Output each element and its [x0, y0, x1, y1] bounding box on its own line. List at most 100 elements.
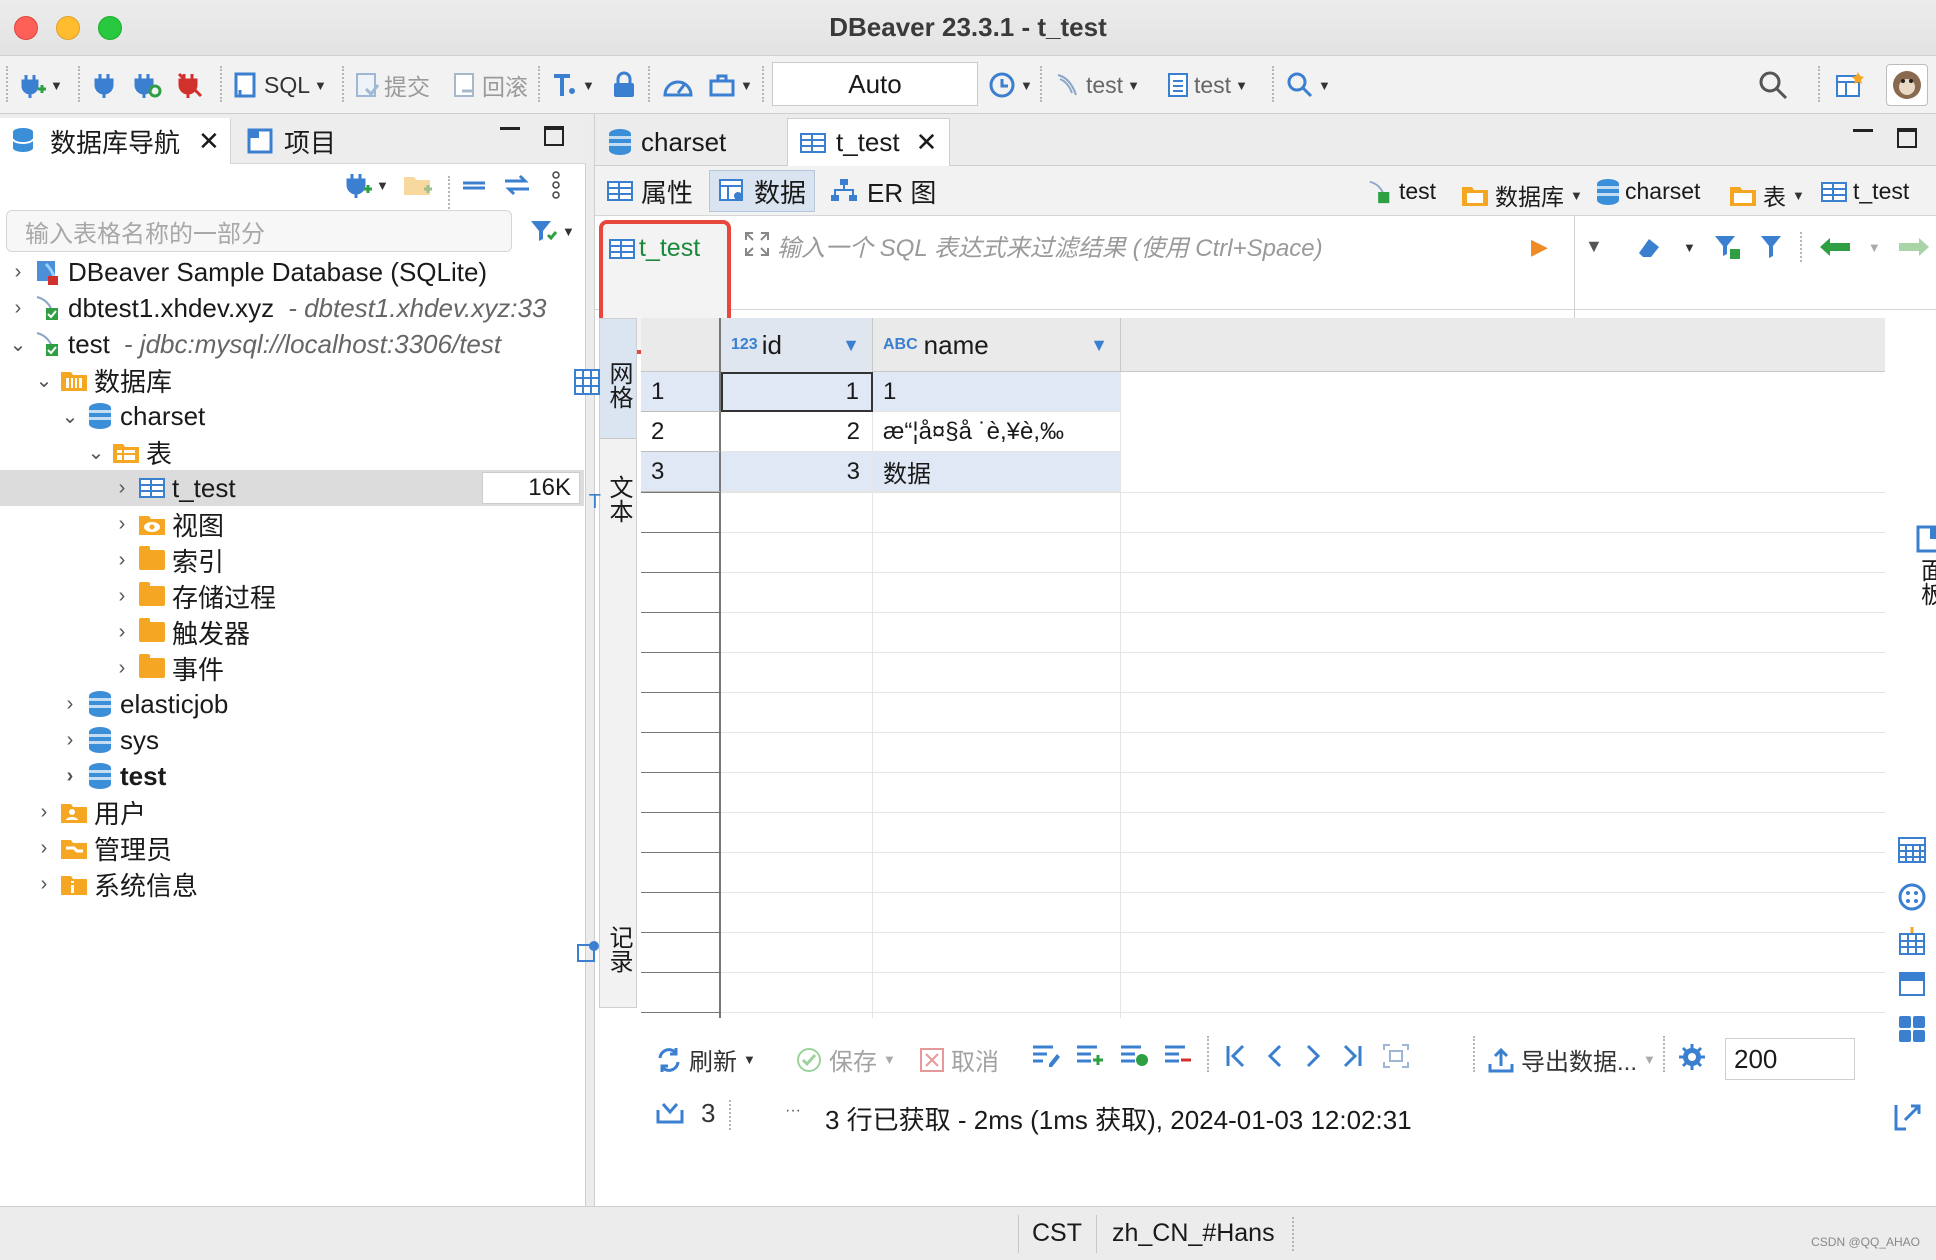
tree-db-test[interactable]: › test [0, 758, 584, 794]
tab-record-view[interactable]: 记录 [577, 899, 636, 999]
tree-sysinfo-folder[interactable]: › 系统信息 [0, 866, 584, 902]
export-data-button[interactable]: 导出数据... ▼ [1487, 1042, 1656, 1077]
sql-editor-button[interactable]: SQL ▼ [232, 70, 327, 100]
new-connection-button[interactable]: ▼ [344, 170, 389, 200]
sort-dropdown-icon[interactable]: ▼ [1090, 335, 1108, 356]
commit-button[interactable]: 提交 [354, 70, 430, 100]
transaction-mode-button[interactable]: ▼ [550, 70, 595, 100]
tree-connection-sqlite[interactable]: › DBeaver Sample Database (SQLite) [0, 254, 584, 290]
active-datasource-selector[interactable]: test ▼ [1054, 70, 1140, 100]
tools-button[interactable]: ▼ [708, 70, 753, 100]
breadcrumb-datasource[interactable]: test [1367, 178, 1436, 205]
minimize-icon[interactable] [1853, 128, 1873, 132]
active-schema-selector[interactable]: test ▼ [1166, 70, 1248, 100]
lock-button[interactable] [612, 70, 636, 100]
expand-filter-icon[interactable] [743, 230, 771, 258]
search-button[interactable]: ▼ [1286, 70, 1331, 100]
eraser-icon[interactable] [1635, 233, 1667, 261]
grid-cell[interactable]: 2 [721, 412, 873, 452]
metadata-panel-button[interactable] [1897, 970, 1927, 1000]
tab-grid-view[interactable]: 网格 [574, 319, 636, 439]
dashboard-button[interactable] [662, 70, 694, 100]
arrow-left-icon[interactable] [1818, 236, 1852, 258]
history-button[interactable]: ▼ [986, 70, 1033, 100]
tree-connection-dbtest1[interactable]: › dbtest1.xhdev.xyz - dbtest1.xhdev.xyz:… [0, 290, 584, 326]
save-button[interactable]: 保存 ▼ [795, 1042, 896, 1077]
breadcrumb-table[interactable]: t_test [1821, 178, 1909, 205]
reconnect-button[interactable] [132, 70, 162, 100]
row-number[interactable]: 2 [641, 412, 721, 452]
tab-data[interactable]: 数据 [709, 170, 816, 212]
navigator-filter-button[interactable]: ▼ [528, 216, 575, 246]
tab-er-diagram[interactable]: ER 图 [821, 170, 944, 212]
refresh-button[interactable]: 刷新 ▼ [655, 1042, 756, 1077]
maximize-icon[interactable] [1897, 128, 1917, 148]
filter-icon[interactable] [1758, 233, 1784, 261]
breadcrumb-tables[interactable]: 表 ▼ [1729, 178, 1805, 212]
maximize-icon[interactable] [544, 126, 564, 146]
tab-text-view[interactable]: 文本 T [589, 449, 636, 549]
copy-row-icon[interactable] [1119, 1042, 1149, 1068]
new-folder-button[interactable] [402, 170, 434, 200]
grid-cell[interactable]: 3 [721, 452, 873, 492]
link-with-editor-button[interactable] [502, 170, 532, 200]
view-menu-button[interactable] [550, 170, 562, 200]
first-page-icon[interactable] [1225, 1043, 1247, 1069]
disconnect-button[interactable] [176, 70, 204, 100]
tree-views-folder[interactable]: › 视图 [0, 506, 584, 542]
tab-t-test[interactable]: t_test ✕ [787, 118, 951, 166]
filter-history-dropdown[interactable]: ▼ [1585, 236, 1603, 257]
column-header-id[interactable]: 123 id ▼ [721, 318, 873, 372]
grid-cell[interactable]: æ“¦å¤§å ˙è,¥è,‰ [873, 412, 1121, 452]
next-page-icon[interactable] [1303, 1043, 1323, 1069]
new-connection-button[interactable]: ▼ [18, 70, 63, 100]
tree-db-charset[interactable]: ⌄ charset [0, 398, 584, 434]
navigator-filter-input[interactable]: 输入表格名称的一部分 [6, 210, 512, 252]
tree-procedures-folder[interactable]: › 存储过程 [0, 578, 584, 614]
value-viewer-button[interactable] [1897, 836, 1927, 864]
column-header-name[interactable]: ABC name ▼ [873, 318, 1121, 372]
tree-indexes-folder[interactable]: › 索引 [0, 542, 584, 578]
tree-events-folder[interactable]: › 事件 [0, 650, 584, 686]
edit-row-icon[interactable] [1031, 1042, 1061, 1068]
last-page-icon[interactable] [1341, 1043, 1363, 1069]
transaction-mode-selector[interactable]: Auto [772, 62, 978, 106]
add-row-icon[interactable] [1075, 1042, 1105, 1068]
fetch-all-icon[interactable] [1381, 1042, 1411, 1070]
tree-admin-folder[interactable]: › 管理员 [0, 830, 584, 866]
row-count-indicator[interactable]: 3 [655, 1098, 715, 1129]
tree-db-elasticjob[interactable]: › elasticjob [0, 686, 584, 722]
calc-panel-button[interactable] [1897, 926, 1927, 956]
sort-dropdown-icon[interactable]: ▼ [842, 335, 860, 356]
grid-corner[interactable] [641, 318, 721, 372]
settings-button[interactable] [1677, 1042, 1707, 1072]
delete-row-icon[interactable] [1163, 1042, 1193, 1068]
tree-table-t-test[interactable]: › t_test 16K [0, 470, 584, 506]
close-icon[interactable]: ✕ [198, 126, 220, 157]
connect-button[interactable] [92, 70, 118, 100]
rollback-button[interactable]: 回滚 [452, 70, 528, 100]
presentation-button[interactable] [1897, 882, 1927, 912]
minimize-icon[interactable] [500, 126, 520, 130]
tab-charset[interactable]: charset [597, 118, 783, 166]
tree-triggers-folder[interactable]: › 触发器 [0, 614, 584, 650]
toggle-panel-button[interactable] [1893, 1102, 1923, 1132]
result-limit-input[interactable]: 200 [1725, 1038, 1855, 1080]
tab-panels[interactable]: 面板 [1895, 524, 1936, 606]
tab-properties[interactable]: 属性 [599, 170, 701, 212]
grid-cell[interactable]: 数据 [873, 452, 1121, 492]
row-number[interactable]: 3 [641, 452, 721, 492]
tab-projects[interactable]: 项目 [236, 118, 346, 164]
tree-users-folder[interactable]: › 用户 [0, 794, 584, 830]
filter-save-icon[interactable] [1712, 233, 1742, 261]
previous-page-icon[interactable] [1265, 1043, 1285, 1069]
global-search-button[interactable] [1758, 70, 1788, 100]
breadcrumb-charset[interactable]: charset [1597, 178, 1700, 205]
grid-cell-selected[interactable]: 1 [721, 372, 873, 412]
perspective-button[interactable] [1834, 70, 1864, 100]
arrow-right-icon[interactable] [1897, 236, 1931, 258]
chevron-down-icon[interactable]: ▼ [1683, 240, 1696, 255]
tree-db-sys[interactable]: › sys [0, 722, 584, 758]
dbeaver-perspective-button[interactable] [1886, 64, 1928, 106]
close-icon[interactable]: ✕ [916, 127, 938, 158]
